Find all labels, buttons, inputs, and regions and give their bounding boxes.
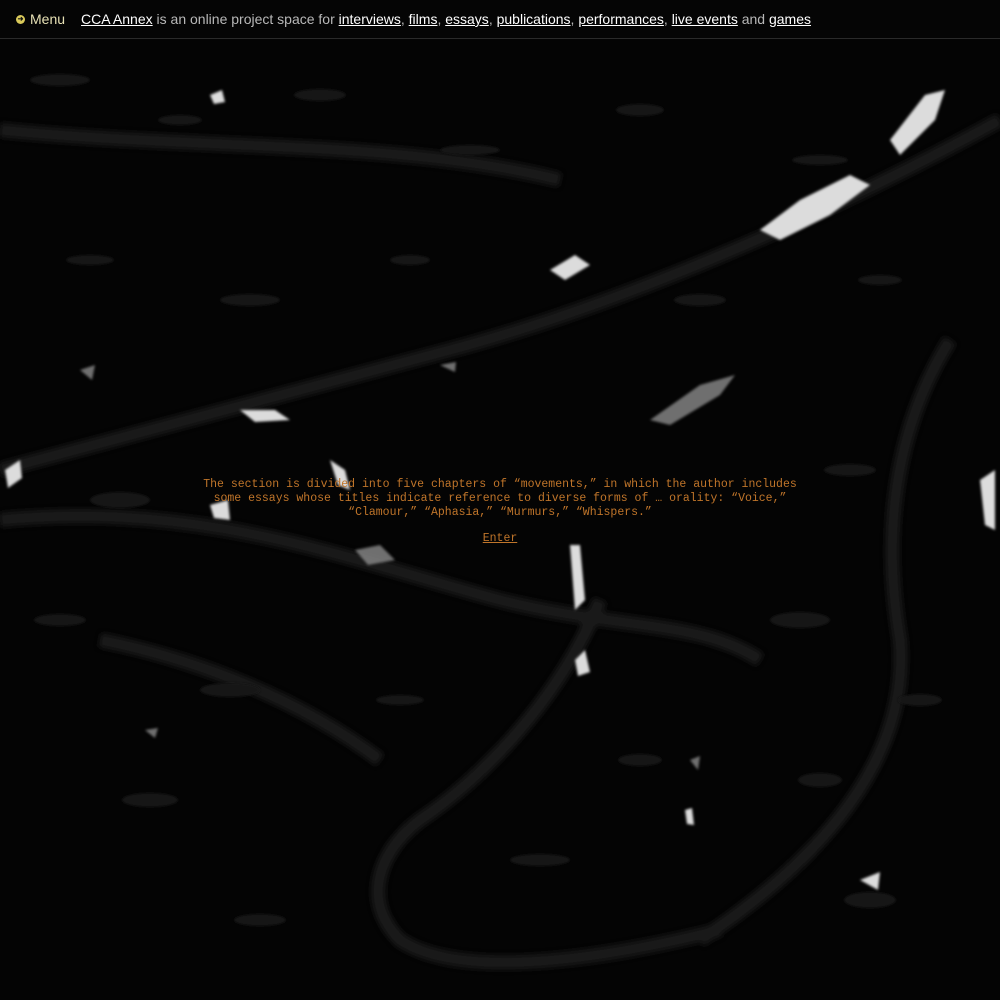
intro-block: The section is divided into five chapter… bbox=[200, 478, 800, 546]
site-description: CCA Annex is an online project space for… bbox=[81, 11, 811, 27]
arrow-right-circle-icon: ➜ bbox=[16, 14, 25, 24]
menu-button[interactable]: ➜ Menu bbox=[16, 11, 65, 27]
conjunction: and bbox=[741, 11, 766, 27]
link-live-events[interactable]: live events bbox=[672, 11, 738, 27]
description-prefix: is an online project space for bbox=[156, 11, 335, 27]
separator: , bbox=[437, 11, 442, 27]
separator: , bbox=[488, 11, 493, 27]
top-navigation-bar: ➜ Menu CCA Annex is an online project sp… bbox=[0, 0, 1000, 39]
separator: , bbox=[663, 11, 668, 27]
link-films[interactable]: films bbox=[409, 11, 438, 27]
intro-text: The section is divided into five chapter… bbox=[203, 478, 797, 519]
enter-link[interactable]: Enter bbox=[483, 532, 518, 546]
link-performances[interactable]: performances bbox=[578, 11, 664, 27]
link-games[interactable]: games bbox=[769, 11, 811, 27]
link-interviews[interactable]: interviews bbox=[339, 11, 401, 27]
separator: , bbox=[400, 11, 405, 27]
brand-link-cca-annex[interactable]: CCA Annex bbox=[81, 11, 153, 27]
link-publications[interactable]: publications bbox=[497, 11, 571, 27]
separator: , bbox=[570, 11, 575, 27]
link-essays[interactable]: essays bbox=[445, 11, 489, 27]
menu-label: Menu bbox=[30, 11, 66, 27]
